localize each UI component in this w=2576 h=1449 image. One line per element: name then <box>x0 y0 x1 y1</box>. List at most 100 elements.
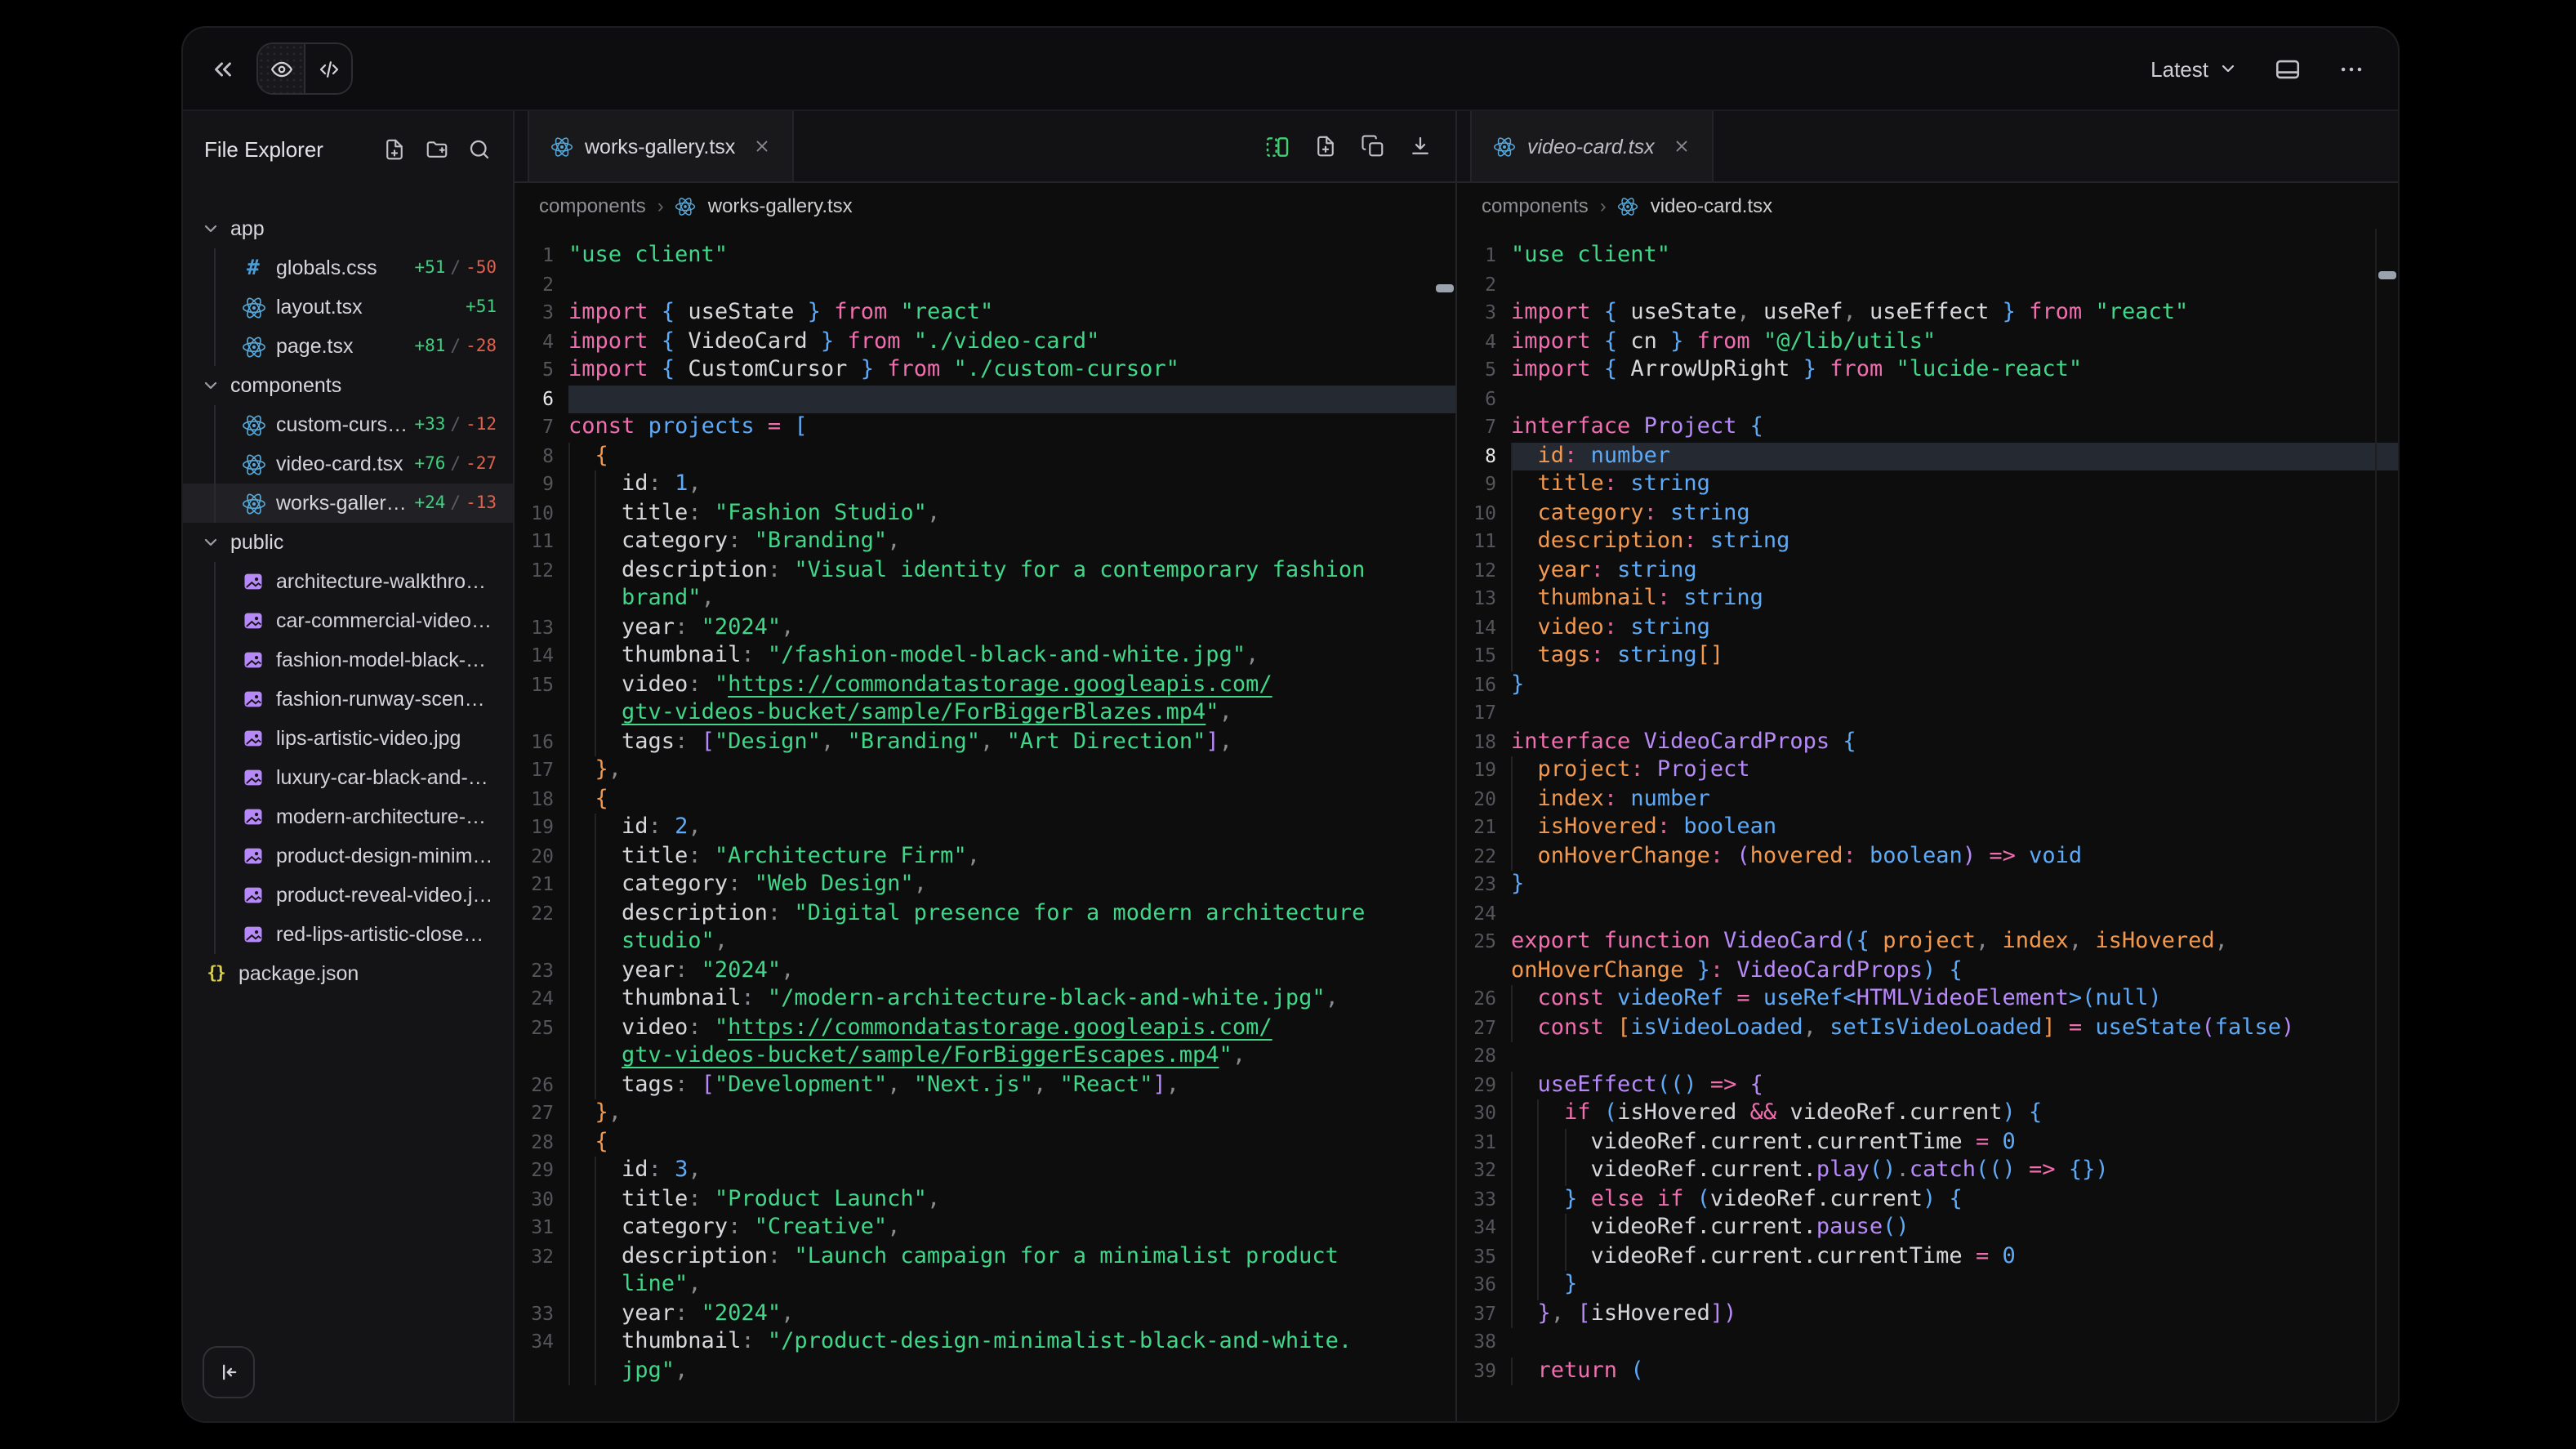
code-row[interactable]: 39 return ( <box>1457 1357 2398 1385</box>
code-row[interactable]: 11 category: "Branding", <box>515 528 1455 556</box>
code-row[interactable]: 30 if (isHovered && videoRef.current) { <box>1457 1099 2398 1128</box>
code-row[interactable]: 14 thumbnail: "/fashion-model-black-and-… <box>515 642 1455 671</box>
code-row[interactable]: 35 videoRef.current.currentTime = 0 <box>1457 1242 2398 1271</box>
code-row[interactable]: 29 id: 3, <box>515 1157 1455 1185</box>
eye-icon[interactable] <box>258 44 304 93</box>
search-icon[interactable] <box>467 136 492 161</box>
tree-section-components[interactable]: components <box>183 366 513 405</box>
code-row[interactable]: 37 }, [isHovered]) <box>1457 1300 2398 1328</box>
code-row[interactable]: 17 }, <box>515 756 1455 785</box>
code-row[interactable]: line", <box>515 1271 1455 1300</box>
scrollbar-thumb[interactable] <box>2378 271 2396 279</box>
code-row[interactable]: 19 project: Project <box>1457 756 2398 785</box>
code-row[interactable]: 33 } else if (videoRef.current) { <box>1457 1185 2398 1214</box>
code-row[interactable]: 18 { <box>515 785 1455 814</box>
code-row[interactable]: 26 const videoRef = useRef<HTMLVideoElem… <box>1457 985 2398 1014</box>
code-row[interactable]: 22 description: "Digital presence for a … <box>515 899 1455 928</box>
code-row[interactable]: 13 year: "2024", <box>515 613 1455 642</box>
code-row[interactable]: 19 id: 2, <box>515 814 1455 842</box>
code-row[interactable]: 29 useEffect(() => { <box>1457 1071 2398 1099</box>
code-row[interactable]: 1"use client" <box>1457 242 2398 270</box>
code-row[interactable]: 8 id: number <box>1457 442 2398 470</box>
code-row[interactable]: 20 title: "Architecture Firm", <box>515 842 1455 871</box>
tab-video-card[interactable]: video-card.tsx <box>1470 111 1714 181</box>
code-row[interactable]: 20 index: number <box>1457 785 2398 814</box>
panel-bottom-icon[interactable] <box>2274 55 2302 82</box>
code-row[interactable]: 6 <box>1457 385 2398 413</box>
code-icon[interactable] <box>304 44 351 93</box>
code-row[interactable]: 21 isHovered: boolean <box>1457 814 2398 842</box>
code-row[interactable]: 30 title: "Product Launch", <box>515 1185 1455 1214</box>
code-row[interactable]: 5import { CustomCursor } from "./custom-… <box>515 356 1455 385</box>
code-row[interactable]: 32 videoRef.current.play().catch(() => {… <box>1457 1157 2398 1185</box>
code-row[interactable]: 32 description: "Launch campaign for a m… <box>515 1242 1455 1271</box>
code-row[interactable]: 12 year: string <box>1457 556 2398 585</box>
code-row[interactable]: 10 title: "Fashion Studio", <box>515 499 1455 528</box>
download-icon[interactable] <box>1408 134 1433 158</box>
tree-section-app[interactable]: app <box>183 209 513 248</box>
code-row[interactable]: 16 tags: ["Design", "Branding", "Art Dir… <box>515 728 1455 756</box>
code-row[interactable]: 34 videoRef.current.pause() <box>1457 1214 2398 1242</box>
close-icon[interactable] <box>753 137 771 155</box>
code-row[interactable]: brand", <box>515 585 1455 613</box>
code-row[interactable]: 1"use client" <box>515 242 1455 270</box>
chevrons-left-icon[interactable] <box>209 55 237 82</box>
code-row[interactable]: 7const projects = [ <box>515 413 1455 442</box>
code-editor-left[interactable]: 1"use client"23import { useState } from … <box>515 229 1455 1421</box>
close-icon[interactable] <box>1673 137 1691 155</box>
code-row[interactable]: 16} <box>1457 671 2398 699</box>
split-compare-icon[interactable] <box>1264 133 1290 159</box>
code-row[interactable]: studio", <box>515 928 1455 956</box>
code-row[interactable]: 4import { VideoCard } from "./video-card… <box>515 328 1455 356</box>
code-row[interactable]: 12 description: "Visual identity for a c… <box>515 556 1455 585</box>
code-row[interactable]: 24 <box>1457 899 2398 928</box>
code-row[interactable]: 23} <box>1457 871 2398 899</box>
code-row[interactable]: onHoverChange }: VideoCardProps) { <box>1457 956 2398 985</box>
breadcrumb-folder[interactable]: components <box>539 194 646 217</box>
code-row[interactable]: 18interface VideoCardProps { <box>1457 728 2398 756</box>
code-row[interactable]: 23 year: "2024", <box>515 956 1455 985</box>
file-row[interactable]: works-galler…+24/-13 <box>183 484 513 523</box>
code-row[interactable]: jpg", <box>515 1357 1455 1385</box>
file-row[interactable]: car-commercial-video… <box>183 601 513 640</box>
file-row[interactable]: page.tsx+81/-28 <box>183 327 513 366</box>
more-icon[interactable] <box>2338 55 2365 82</box>
tab-works-gallery[interactable]: works-gallery.tsx <box>528 111 794 181</box>
copy-icon[interactable] <box>1361 134 1385 158</box>
code-row[interactable]: 34 thumbnail: "/product-design-minimalis… <box>515 1328 1455 1357</box>
code-row[interactable]: 25export function VideoCard({ project, i… <box>1457 928 2398 956</box>
file-row[interactable]: product-reveal-video.j… <box>183 876 513 915</box>
code-row[interactable]: 33 year: "2024", <box>515 1300 1455 1328</box>
file-row[interactable]: fashion-model-black-… <box>183 640 513 680</box>
scrollbar-track[interactable] <box>2375 229 2398 1421</box>
file-row[interactable]: #globals.css+51/-50 <box>183 248 513 288</box>
file-row[interactable]: {}package.json <box>183 954 513 993</box>
file-row[interactable]: modern-architecture-… <box>183 797 513 836</box>
file-plus-icon[interactable] <box>1313 134 1338 158</box>
file-row[interactable]: architecture-walkthro… <box>183 562 513 601</box>
file-row[interactable]: layout.tsx+51 <box>183 288 513 327</box>
code-row[interactable]: 36 } <box>1457 1271 2398 1300</box>
code-row[interactable]: 3import { useState, useRef, useEffect } … <box>1457 299 2398 328</box>
code-row[interactable]: 21 category: "Web Design", <box>515 871 1455 899</box>
code-row[interactable]: 15 tags: string[] <box>1457 642 2398 671</box>
code-row[interactable]: 27 const [isVideoLoaded, setIsVideoLoade… <box>1457 1014 2398 1042</box>
code-row[interactable]: 31 videoRef.current.currentTime = 0 <box>1457 1128 2398 1157</box>
version-selector[interactable]: Latest <box>2150 56 2238 81</box>
collapse-sidebar-button[interactable] <box>203 1346 255 1398</box>
code-row[interactable]: 22 onHoverChange: (hovered: boolean) => … <box>1457 842 2398 871</box>
code-row[interactable]: 28 { <box>515 1128 1455 1157</box>
file-row[interactable]: luxury-car-black-and-… <box>183 758 513 797</box>
code-row[interactable]: 25 video: "https://commondatastorage.goo… <box>515 1014 1455 1042</box>
tree-section-public[interactable]: public <box>183 523 513 562</box>
code-row[interactable]: 17 <box>1457 699 2398 728</box>
new-file-icon[interactable] <box>382 136 407 161</box>
code-row[interactable]: 26 tags: ["Development", "Next.js", "Rea… <box>515 1071 1455 1099</box>
code-row[interactable]: 31 category: "Creative", <box>515 1214 1455 1242</box>
breadcrumb-folder[interactable]: components <box>1482 194 1589 217</box>
code-row[interactable]: 3import { useState } from "react" <box>515 299 1455 328</box>
code-row[interactable]: 38 <box>1457 1328 2398 1357</box>
code-row[interactable]: 24 thumbnail: "/modern-architecture-blac… <box>515 985 1455 1014</box>
code-row[interactable]: 2 <box>515 270 1455 299</box>
code-row[interactable]: 10 category: string <box>1457 499 2398 528</box>
